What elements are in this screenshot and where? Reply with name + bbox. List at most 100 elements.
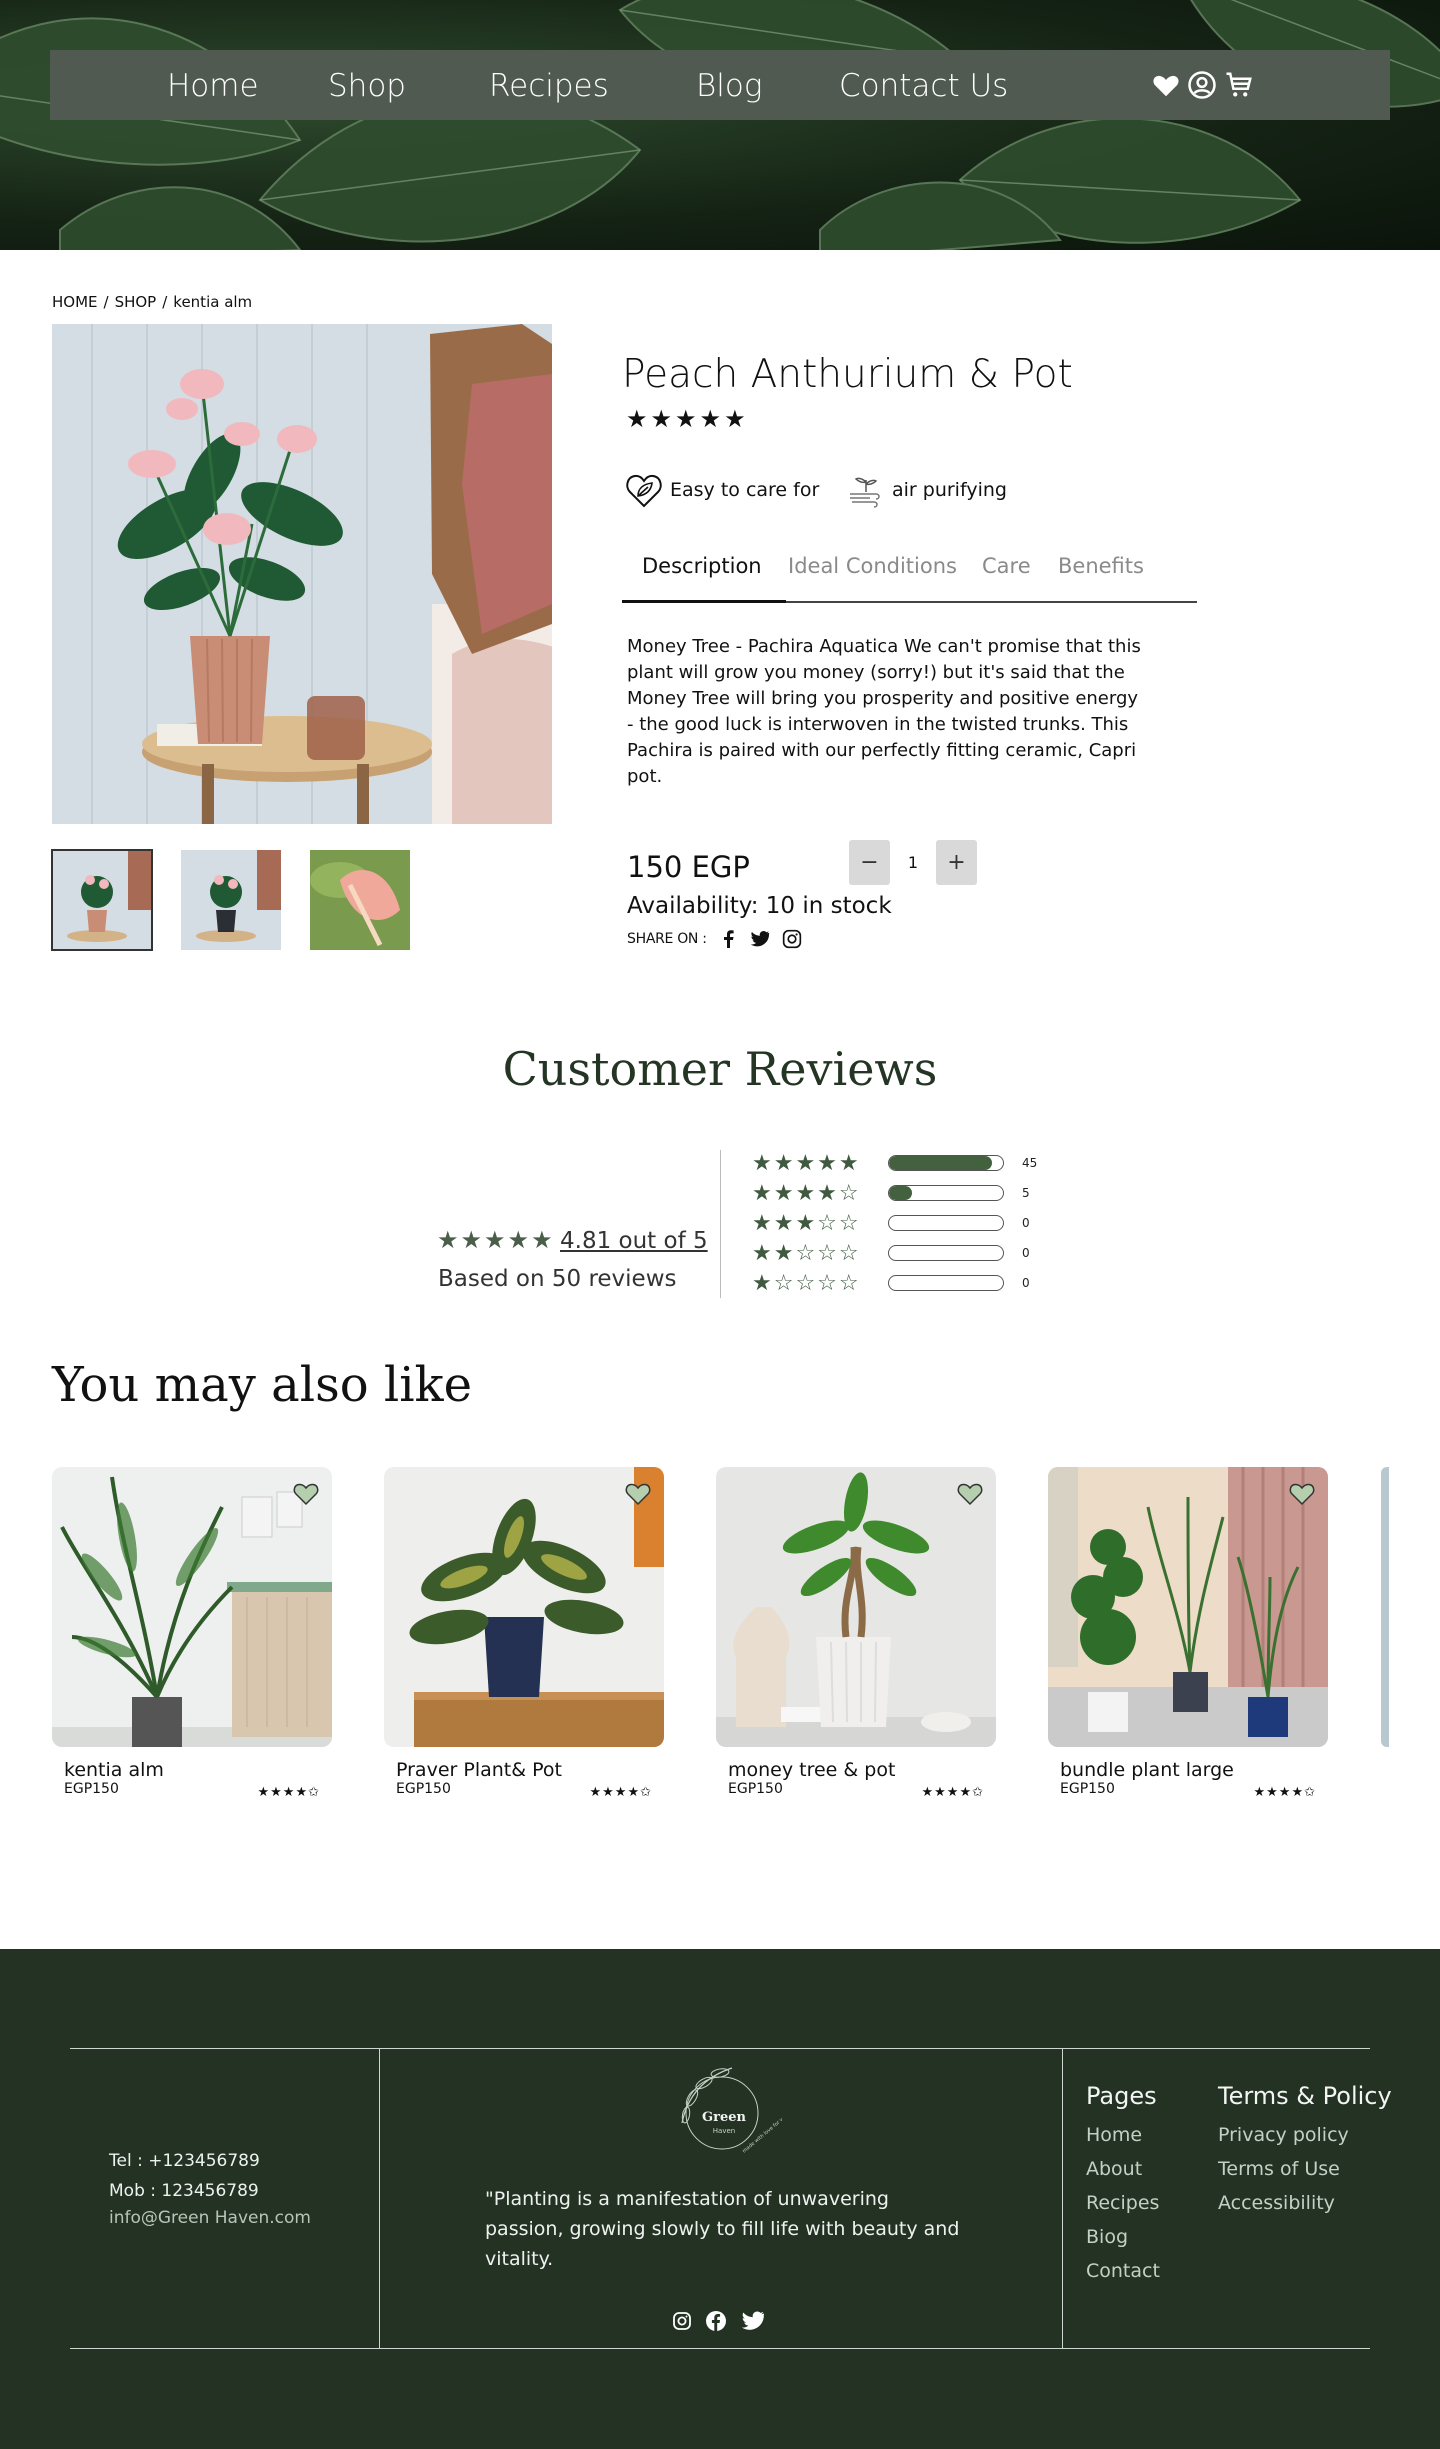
- user-icon[interactable]: [1187, 70, 1217, 100]
- nav-blog[interactable]: Blog: [696, 68, 762, 104]
- instagram-icon[interactable]: [670, 2309, 694, 2333]
- nav-shop[interactable]: Shop: [328, 68, 406, 104]
- product-rating-stars: ★★★★★: [626, 405, 749, 433]
- footer-link-about[interactable]: About: [1086, 2158, 1142, 2180]
- product-card-image[interactable]: [52, 1467, 332, 1747]
- product-card-image[interactable]: [1048, 1467, 1328, 1747]
- cart-icon[interactable]: [1224, 70, 1254, 100]
- nav-home[interactable]: Home: [167, 68, 259, 104]
- rating-bar: [888, 1275, 1004, 1291]
- feature-easy-care-label: Easy to care for: [670, 479, 820, 501]
- quantity-increase-button[interactable]: +: [936, 840, 977, 885]
- footer-link-accessibility[interactable]: Accessibility: [1218, 2192, 1335, 2214]
- tab-ideal-conditions[interactable]: Ideal Conditions: [788, 554, 957, 578]
- product-card-stars: ★★★★✩: [1253, 1785, 1316, 1800]
- rating-row-stars: ★★★☆☆: [752, 1210, 861, 1236]
- also-like-title: You may also like: [52, 1357, 473, 1413]
- footer-email[interactable]: info@Green Haven.com: [109, 2208, 311, 2228]
- product-description: Money Tree - Pachira Aquatica We can't p…: [627, 636, 1141, 787]
- share-row: SHARE ON :: [627, 928, 803, 950]
- footer-link-recipes[interactable]: Recipes: [1086, 2192, 1159, 2214]
- footer-link-home[interactable]: Home: [1086, 2124, 1142, 2146]
- footer-link-privacy[interactable]: Privacy policy: [1218, 2124, 1349, 2146]
- product-thumbnail-3[interactable]: [310, 850, 410, 950]
- product-card-stars: ★★★★✩: [257, 1785, 320, 1800]
- product-card-image[interactable]: [384, 1467, 664, 1747]
- footer-quote: "Planting is a manifestation of unwaveri…: [485, 2188, 960, 2270]
- twitter-icon[interactable]: [749, 928, 771, 950]
- feature-air-purifying: air purifying: [846, 470, 1007, 510]
- footer-pages-title: Pages: [1086, 2082, 1157, 2110]
- quantity-decrease-button[interactable]: −: [849, 840, 890, 885]
- product-card[interactable]: kentia alm EGP150 ★★★★✩: [52, 1467, 332, 1800]
- rating-row-count: 0: [1022, 1216, 1030, 1230]
- product-card-name[interactable]: bundle plant large: [1060, 1759, 1328, 1781]
- breadcrumb: HOME / SHOP / kentia alm: [52, 293, 258, 311]
- heart-icon[interactable]: [1151, 70, 1181, 100]
- product-card-name[interactable]: Praver Plant& Pot: [396, 1759, 664, 1781]
- product-card-name[interactable]: kentia alm: [64, 1759, 332, 1781]
- wishlist-heart-icon[interactable]: [956, 1479, 984, 1507]
- product-card-stars: ★★★★✩: [589, 1785, 652, 1800]
- rating-row-4: ★★★★☆ 5: [752, 1181, 1030, 1206]
- rating-row-3: ★★★☆☆ 0: [752, 1210, 1030, 1236]
- rating-row-count: 0: [1022, 1246, 1030, 1260]
- feature-air-purifying-label: air purifying: [892, 479, 1007, 501]
- breadcrumb-shop[interactable]: SHOP: [115, 293, 157, 311]
- breadcrumb-separator: /: [162, 293, 168, 311]
- rating-row-1: ★☆☆☆☆ 0: [752, 1270, 1030, 1296]
- product-card[interactable]: Praver Plant& Pot EGP150 ★★★★✩: [384, 1467, 664, 1800]
- rating-bar-fill: [889, 1186, 912, 1200]
- leaves-background: [0, 0, 1440, 250]
- instagram-icon[interactable]: [781, 928, 803, 950]
- product-card-partial[interactable]: [1381, 1467, 1389, 1747]
- wishlist-heart-icon[interactable]: [624, 1479, 652, 1507]
- footer-divider: [70, 2348, 1370, 2349]
- breadcrumb-current: kentia alm: [173, 293, 253, 311]
- product-card-stars: ★★★★✩: [921, 1785, 984, 1800]
- footer-link-terms[interactable]: Terms of Use: [1218, 2158, 1340, 2180]
- breadcrumb-home[interactable]: HOME: [52, 293, 98, 311]
- rating-bar: [888, 1215, 1004, 1231]
- footer-divider: [70, 2048, 1370, 2049]
- tab-description[interactable]: Description: [642, 554, 762, 578]
- top-navbar: Home Shop Recipes Blog Contact Us: [50, 50, 1390, 120]
- tab-benefits[interactable]: Benefits: [1058, 554, 1144, 578]
- wishlist-heart-icon[interactable]: [292, 1479, 320, 1507]
- tab-care[interactable]: Care: [982, 554, 1031, 578]
- product-card[interactable]: money tree & pot EGP150 ★★★★✩: [716, 1467, 996, 1800]
- rating-bar: [888, 1245, 1004, 1261]
- footer-divider: [1062, 2048, 1063, 2348]
- footer-link-blog[interactable]: Biog: [1086, 2226, 1128, 2248]
- green-haven-logo: Green Haven made with love for you: [681, 2067, 782, 2155]
- product-thumbnail-2[interactable]: [181, 850, 281, 950]
- twitter-icon[interactable]: [741, 2309, 765, 2333]
- product-card-image[interactable]: [716, 1467, 996, 1747]
- product-card-name[interactable]: money tree & pot: [728, 1759, 996, 1781]
- reviews-divider: [720, 1150, 721, 1298]
- nav-contact-us[interactable]: Contact Us: [839, 68, 1008, 104]
- svg-text:made with love for you: made with love for you: [741, 2113, 782, 2155]
- rating-row-stars: ★★★★★: [752, 1150, 861, 1176]
- product-title: Peach Anthurium & Pot: [622, 352, 1073, 397]
- product-thumbnail-1[interactable]: [51, 849, 153, 951]
- nav-recipes[interactable]: Recipes: [489, 68, 609, 104]
- rating-row-count: 45: [1022, 1156, 1038, 1170]
- heart-leaf-icon: [626, 474, 662, 508]
- footer-mob: Mob : 123456789: [109, 2181, 259, 2201]
- hero-banner: Home Shop Recipes Blog Contact Us: [0, 0, 1440, 250]
- rating-bar-fill: [889, 1156, 992, 1170]
- footer-link-contact[interactable]: Contact: [1086, 2260, 1160, 2282]
- quantity-value[interactable]: 1: [890, 853, 936, 872]
- rating-row-5: ★★★★★ 45: [752, 1150, 1038, 1176]
- svg-text:Haven: Haven: [713, 2127, 735, 2135]
- rating-bar: [888, 1155, 1004, 1171]
- availability-text: Availability: 10 in stock: [627, 893, 892, 919]
- rating-row-stars: ★☆☆☆☆: [752, 1270, 861, 1296]
- wishlist-heart-icon[interactable]: [1288, 1479, 1316, 1507]
- facebook-icon[interactable]: [704, 2309, 728, 2333]
- product-card[interactable]: bundle plant large EGP150 ★★★★✩: [1048, 1467, 1328, 1800]
- footer: Tel : +123456789 Mob : 123456789 info@Gr…: [0, 1949, 1440, 2449]
- facebook-icon[interactable]: [717, 928, 739, 950]
- reviews-average-link[interactable]: 4.81 out of 5: [560, 1228, 708, 1254]
